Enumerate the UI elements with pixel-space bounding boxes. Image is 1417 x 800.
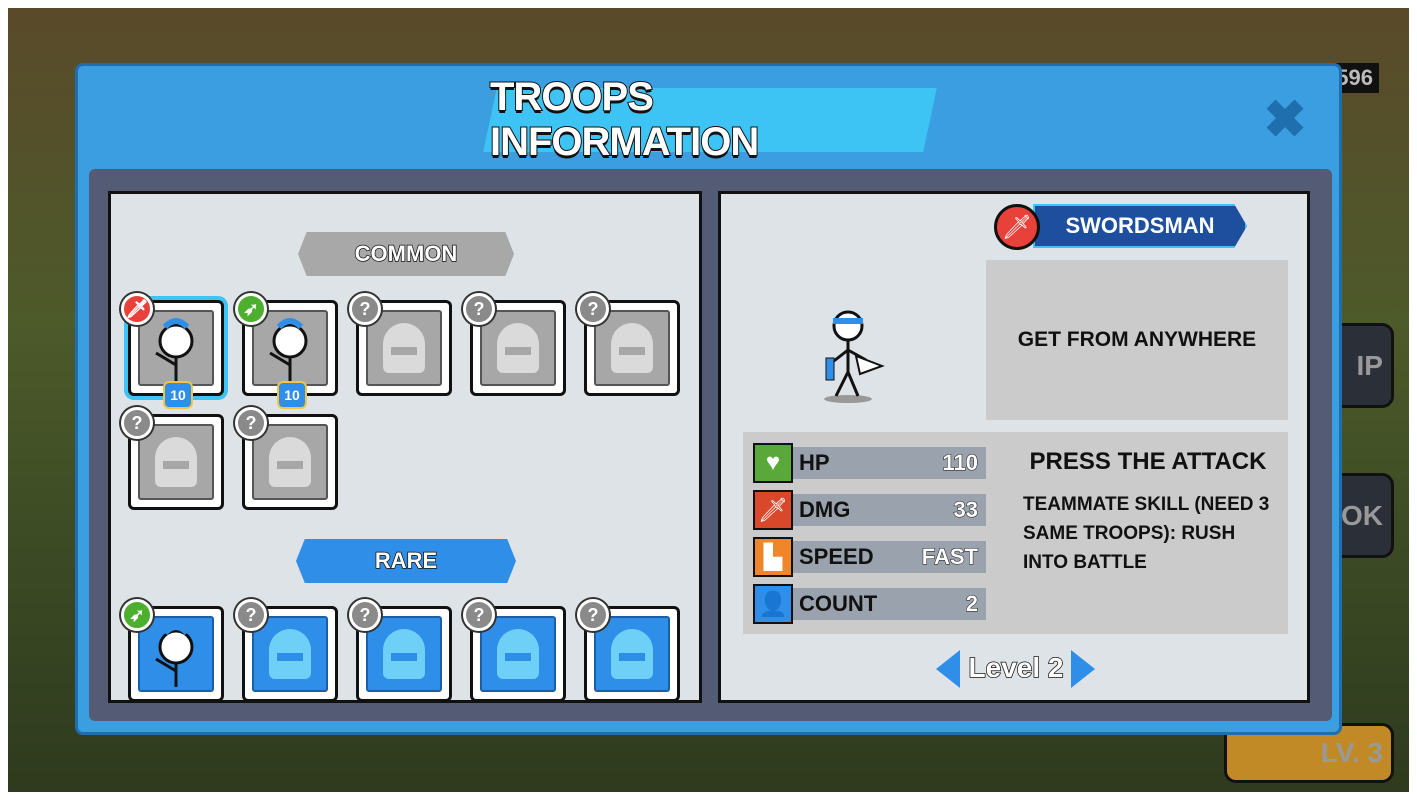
helmet-icon: [155, 437, 197, 487]
rare-header: RARE: [296, 539, 516, 583]
troop-name-banner: SWORDSMAN: [1033, 204, 1247, 248]
card-face: [138, 424, 214, 500]
card-face: [366, 310, 442, 386]
stat-label: DMG: [799, 497, 851, 522]
common-troop-card[interactable]: 🗡 10: [121, 293, 224, 409]
unknown-badge-icon: ?: [349, 599, 381, 631]
rare-troop-card[interactable]: ➶: [121, 599, 224, 700]
card-face: [480, 616, 556, 692]
unknown-badge-icon: ?: [577, 599, 609, 631]
stat-value: FAST: [921, 544, 978, 570]
level-label: Level 2: [968, 651, 1064, 684]
stat-row-count: 👤 COUNT 2: [753, 584, 986, 624]
common-troop-card[interactable]: ?: [349, 293, 452, 396]
card-face: [252, 424, 328, 500]
person-icon: 👤: [753, 584, 793, 624]
helmet-icon: [497, 323, 539, 373]
common-troop-card[interactable]: ?: [235, 407, 338, 510]
level-badge: 10: [163, 381, 193, 409]
stat-label: COUNT: [799, 591, 878, 616]
stat-value: 2: [965, 591, 978, 617]
helmet-icon: [611, 323, 653, 373]
close-icon[interactable]: ✖: [1261, 94, 1309, 146]
rare-troop-card[interactable]: ?: [235, 599, 338, 700]
card-face: [480, 310, 556, 386]
stat-row-speed: ▙ SPEED FAST: [753, 537, 986, 577]
content-area: COMMON 🗡 10 ➶ 10????? RARE ➶???? 🗡 SWORDSMA…: [89, 169, 1332, 721]
unknown-badge-icon: ?: [235, 599, 267, 631]
skill-title: PRESS THE ATTACK: [1029, 448, 1267, 475]
stat-bar: COUNT 2: [793, 588, 986, 620]
troop-detail-panel: 🗡 SWORDSMAN GET FROM ANYWHERE ♥ HP 110 🗡 DMG…: [718, 191, 1310, 703]
unknown-badge-icon: ?: [121, 407, 153, 439]
stat-value: 110: [942, 450, 978, 476]
archer-class-icon: ➶: [121, 599, 153, 631]
prev-level-button[interactable]: [936, 650, 960, 688]
common-troop-card[interactable]: ➶ 10: [235, 293, 338, 409]
common-troop-card[interactable]: ?: [577, 293, 680, 396]
stat-row-hp: ♥ HP 110: [753, 443, 986, 483]
common-troop-card[interactable]: ?: [121, 407, 224, 510]
skill-description: TEAMMATE SKILL (NEED 3 SAME TROOPS): RUS…: [1023, 494, 1270, 573]
stat-row-dmg: 🗡 DMG 33: [753, 490, 986, 530]
rare-troop-card[interactable]: ?: [463, 599, 566, 700]
helmet-icon: [383, 323, 425, 373]
card-face: [138, 616, 214, 692]
card-face: [594, 310, 670, 386]
sword-icon: 🗡: [753, 490, 793, 530]
archer-class-icon: ➶: [235, 293, 267, 325]
card-face: [594, 616, 670, 692]
helmet-icon: [497, 629, 539, 679]
common-troop-card[interactable]: ?: [463, 293, 566, 396]
unknown-badge-icon: ?: [463, 293, 495, 325]
stat-label: SPEED: [799, 544, 874, 569]
unknown-badge-icon: ?: [463, 599, 495, 631]
sword-class-icon: 🗡: [121, 293, 153, 325]
boot-icon: ▙: [753, 537, 793, 577]
troop-list-panel[interactable]: COMMON 🗡 10 ➶ 10????? RARE ➶????: [108, 191, 702, 703]
unknown-badge-icon: ?: [577, 293, 609, 325]
stats-box: ♥ HP 110 🗡 DMG 33 ▙ SPEED FAST 👤 COUNT 2 PRESS THE …: [743, 432, 1288, 634]
troops-info-modal: TROOPS INFORMATION ✖ COMMON 🗡 10 ➶ 10????? …: [75, 63, 1342, 735]
rare-troop-card[interactable]: ?: [349, 599, 452, 700]
stat-label: HP: [799, 450, 830, 475]
heart-icon: ♥: [753, 443, 793, 483]
stat-bar: SPEED FAST: [793, 541, 986, 573]
helmet-icon: [611, 629, 653, 679]
unknown-badge-icon: ?: [349, 293, 381, 325]
stat-value: 33: [953, 497, 979, 523]
unknown-badge-icon: ?: [235, 407, 267, 439]
card-face: [252, 616, 328, 692]
class-icon: 🗡: [994, 204, 1040, 250]
stat-bar: DMG 33: [793, 494, 986, 526]
stat-bar: HP 110: [793, 447, 986, 479]
troop-portrait-icon: [155, 318, 194, 381]
card-face: [366, 616, 442, 692]
card-face: [138, 310, 214, 386]
troop-portrait: [816, 304, 886, 404]
helmet-icon: [269, 629, 311, 679]
source-box: GET FROM ANYWHERE: [986, 260, 1288, 420]
level-badge: 10: [277, 381, 307, 409]
rare-troop-card[interactable]: ?: [577, 599, 680, 700]
next-level-button[interactable]: [1071, 650, 1095, 688]
common-header: COMMON: [298, 232, 514, 276]
troop-portrait-icon: [269, 318, 308, 381]
helmet-icon: [383, 629, 425, 679]
modal-title: TROOPS INFORMATION: [489, 74, 760, 165]
troop-portrait-icon: [155, 624, 194, 687]
helmet-icon: [269, 437, 311, 487]
card-face: [252, 310, 328, 386]
